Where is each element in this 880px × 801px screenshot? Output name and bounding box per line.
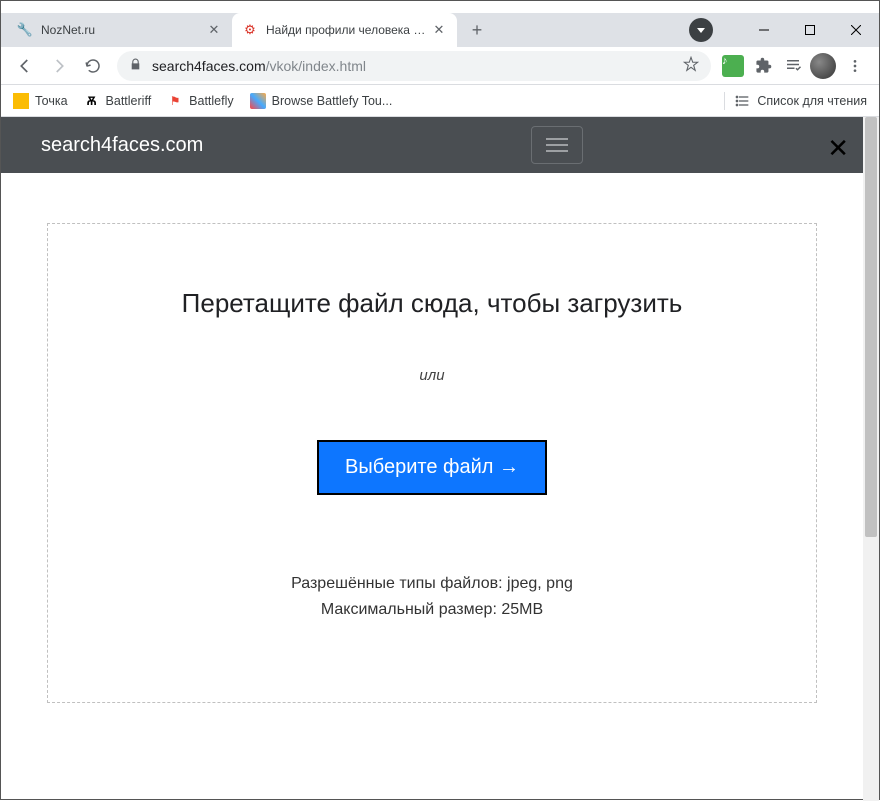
tab-title: NozNet.ru — [41, 23, 202, 37]
tab-noznet[interactable]: 🔧 NozNet.ru ✕ — [7, 13, 232, 47]
flag-icon: ⚑ — [167, 93, 183, 109]
upload-info: Разрешённые типы файлов: jpeg, png Макси… — [68, 571, 796, 622]
close-window-button[interactable] — [833, 13, 879, 47]
close-icon[interactable]: ✕ — [431, 22, 447, 38]
bookmark-label: Точка — [35, 94, 68, 108]
new-tab-button[interactable]: + — [463, 16, 491, 44]
max-size-text: Максимальный размер: 25MB — [68, 597, 796, 623]
profile-avatar[interactable] — [809, 52, 837, 80]
bookmark-battleriff[interactable]: Ѫ Battleriff — [84, 93, 152, 109]
separator — [724, 92, 725, 110]
minimize-button[interactable] — [741, 13, 787, 47]
bookmark-star-icon[interactable] — [683, 56, 699, 75]
choose-file-button[interactable]: Выберите файл → — [317, 440, 547, 495]
tab-search4faces[interactable]: ⚙ Найди профили человека в соц ✕ — [232, 13, 457, 47]
upload-heading: Перетащите файл сюда, чтобы загрузить — [68, 288, 796, 319]
bookmark-tochka[interactable]: Точка — [13, 93, 68, 109]
bookmark-label: Battlefly — [189, 94, 233, 108]
page-viewport: search4faces.com ✕ Перетащите файл сюда,… — [1, 117, 879, 801]
extensions-icon[interactable] — [749, 52, 777, 80]
reload-button[interactable] — [77, 50, 109, 82]
window-titlebar — [1, 1, 879, 13]
hamburger-menu-button[interactable] — [531, 126, 583, 164]
bookmark-label: Browse Battlefy Tou... — [272, 94, 393, 108]
url-path: /vkok/index.html — [266, 58, 366, 74]
toolbar: search4faces.com/vkok/index.html ♪ — [1, 47, 879, 85]
lock-icon — [129, 58, 142, 74]
bookmarks-bar: Точка Ѫ Battleriff ⚑ Battlefly Browse Ba… — [1, 85, 879, 117]
site-icon — [250, 93, 266, 109]
folder-icon — [13, 93, 29, 109]
site-brand[interactable]: search4faces.com — [41, 134, 203, 157]
url-domain: search4faces.com — [152, 58, 266, 74]
upload-dropzone[interactable]: Перетащите файл сюда, чтобы загрузить ил… — [47, 223, 817, 703]
reading-list-label: Список для чтения — [757, 94, 867, 108]
forward-button[interactable] — [43, 50, 75, 82]
allowed-types-text: Разрешённые типы файлов: jpeg, png — [68, 571, 796, 597]
tab-strip: 🔧 NozNet.ru ✕ ⚙ Найди профили человека в… — [1, 13, 879, 47]
bookmark-battlefy[interactable]: Browse Battlefy Tou... — [250, 93, 393, 109]
site-header: search4faces.com — [1, 117, 863, 173]
list-icon — [735, 93, 751, 109]
reading-list-button[interactable]: Список для чтения — [735, 93, 867, 109]
back-button[interactable] — [9, 50, 41, 82]
wrench-icon: 🔧 — [17, 22, 33, 38]
upload-or-text: или — [68, 367, 796, 384]
tab-title: Найди профили человека в соц — [266, 23, 427, 37]
bookmark-battlefly[interactable]: ⚑ Battlefly — [167, 93, 233, 109]
maximize-button[interactable] — [787, 13, 833, 47]
close-icon[interactable]: ✕ — [827, 133, 849, 164]
media-indicator-icon[interactable] — [689, 18, 713, 42]
scrollbar[interactable] — [863, 117, 879, 801]
menu-button[interactable] — [839, 50, 871, 82]
address-bar[interactable]: search4faces.com/vkok/index.html — [117, 51, 711, 81]
window-controls — [741, 13, 879, 47]
close-icon[interactable]: ✕ — [206, 22, 222, 38]
bookmark-label: Battleriff — [106, 94, 152, 108]
gear-icon: ⚙ — [242, 22, 258, 38]
main-content: Перетащите файл сюда, чтобы загрузить ил… — [1, 173, 863, 753]
reading-list-icon[interactable] — [779, 52, 807, 80]
scroll-thumb[interactable] — [865, 117, 877, 537]
extension-music-icon[interactable]: ♪ — [719, 52, 747, 80]
site-icon: Ѫ — [84, 93, 100, 109]
